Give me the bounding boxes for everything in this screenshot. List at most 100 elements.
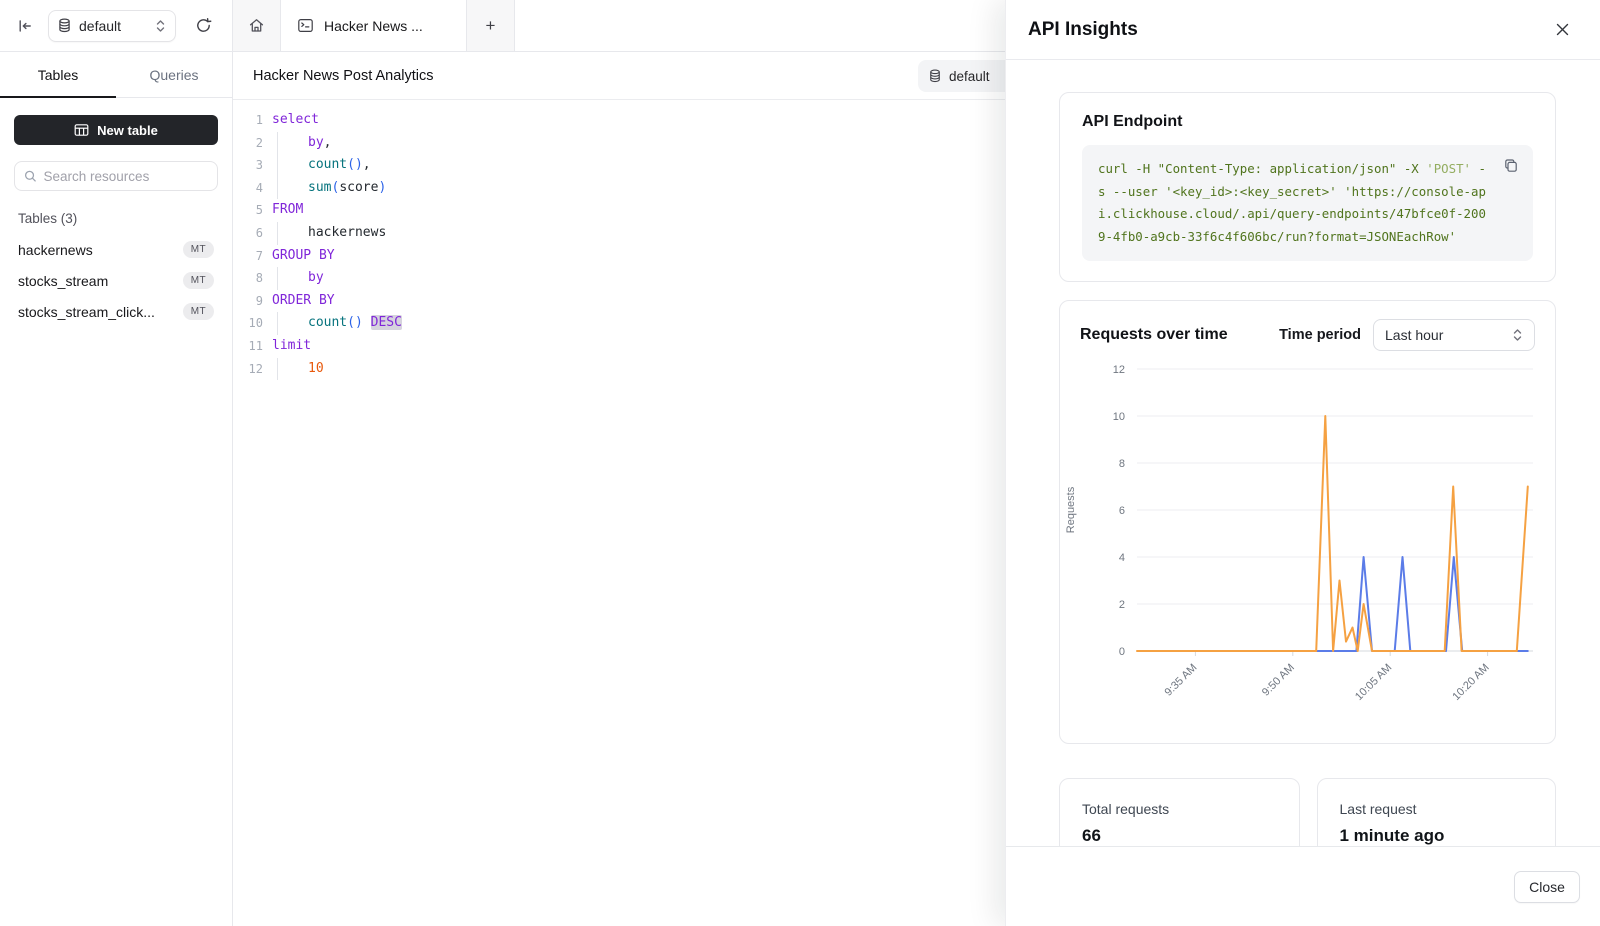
table-row[interactable]: hackernewsMT bbox=[14, 234, 218, 265]
time-period-select[interactable]: Last hour bbox=[1373, 319, 1535, 351]
svg-text:2: 2 bbox=[1119, 599, 1125, 611]
code-token: select bbox=[272, 112, 319, 127]
home-button[interactable] bbox=[233, 0, 281, 51]
requests-card-header: Requests over time Time period Last hour bbox=[1060, 319, 1555, 351]
chevron-up-down-icon bbox=[155, 19, 166, 33]
requests-chart: 0246810129:35 AM9:50 AM10:05 AM10:20 AMR… bbox=[1060, 361, 1558, 729]
sidebar-tabs: Tables Queries bbox=[0, 52, 232, 98]
close-panel-button[interactable] bbox=[1548, 16, 1576, 44]
tab-hacker-news-label: Hacker News ... bbox=[324, 18, 423, 34]
code-token: GROUP BY bbox=[272, 248, 335, 263]
indent-guide bbox=[277, 312, 308, 335]
svg-text:Requests: Requests bbox=[1065, 487, 1077, 534]
search-input[interactable] bbox=[44, 169, 208, 184]
clickhouse-console-app: default Tables Queries New table Tables … bbox=[0, 0, 1600, 926]
tab-queries-label: Queries bbox=[149, 67, 198, 83]
table-row[interactable]: stocks_stream_click...MT bbox=[14, 296, 218, 327]
requests-orange bbox=[1137, 416, 1528, 651]
new-tab-button[interactable]: + bbox=[467, 0, 515, 51]
code-token: ) bbox=[378, 180, 386, 195]
query-terminal-icon bbox=[297, 17, 314, 34]
search-box bbox=[14, 161, 218, 191]
svg-text:6: 6 bbox=[1119, 505, 1125, 517]
svg-text:4: 4 bbox=[1119, 552, 1125, 564]
code-token: hackernews bbox=[308, 225, 386, 240]
indent-guide bbox=[277, 177, 308, 200]
home-icon bbox=[248, 17, 265, 34]
stat-value: 66 bbox=[1082, 826, 1277, 846]
table-row[interactable]: stocks_stream MT bbox=[14, 265, 218, 296]
line-number: 10 bbox=[233, 312, 263, 335]
code-token: ORDER BY bbox=[272, 293, 335, 308]
code-token: , bbox=[324, 135, 332, 150]
refresh-button[interactable] bbox=[190, 13, 216, 39]
line-number: 11 bbox=[233, 335, 263, 358]
indent-guide bbox=[277, 154, 308, 177]
editor-database-label: default bbox=[949, 69, 990, 84]
copy-button[interactable] bbox=[1499, 154, 1523, 178]
svg-text:10:05 AM: 10:05 AM bbox=[1353, 662, 1394, 703]
indent-guide bbox=[277, 267, 308, 290]
close-icon bbox=[1555, 22, 1570, 37]
panel-header: API Insights bbox=[1006, 0, 1600, 60]
table-grid-icon bbox=[74, 123, 89, 137]
tables-list: hackernewsMTstocks_streamMTstocks_stream… bbox=[14, 234, 218, 327]
stats-row: Total requests 66 Last request 1 minute ago bbox=[1059, 778, 1556, 846]
table-name: stocks_stream bbox=[18, 273, 108, 289]
svg-text:8: 8 bbox=[1119, 458, 1125, 470]
tab-queries[interactable]: Queries bbox=[116, 52, 232, 97]
tab-tables-label: Tables bbox=[38, 67, 78, 83]
line-number: 1 bbox=[233, 109, 263, 132]
database-selector-label: default bbox=[79, 18, 147, 34]
indent-guide bbox=[277, 222, 308, 245]
collapse-sidebar-button[interactable] bbox=[12, 13, 38, 39]
line-number: 4 bbox=[233, 177, 263, 200]
table-name: stocks_stream_click... bbox=[18, 304, 155, 320]
stat-card: Last request 1 minute ago bbox=[1317, 778, 1557, 846]
stat-label: Total requests bbox=[1082, 801, 1277, 817]
new-table-button[interactable]: New table bbox=[14, 115, 218, 145]
svg-text:9:50 AM: 9:50 AM bbox=[1260, 662, 1297, 699]
line-number: 8 bbox=[233, 267, 263, 290]
code-token: FROM bbox=[272, 202, 303, 217]
close-button[interactable]: Close bbox=[1514, 871, 1580, 903]
code-token: () bbox=[347, 315, 363, 330]
tab-hacker-news[interactable]: Hacker News ... bbox=[281, 0, 467, 51]
code-token: count bbox=[308, 315, 347, 330]
line-number: 12 bbox=[233, 358, 263, 381]
line-number: 3 bbox=[233, 154, 263, 177]
code-token: DESC bbox=[371, 315, 402, 330]
code-token: , bbox=[363, 157, 371, 172]
sidebar-content: New table Tables (3) hackernewsMTstocks_… bbox=[0, 98, 232, 327]
panel-footer: Close bbox=[1006, 846, 1600, 926]
code-token: by bbox=[308, 135, 324, 150]
stat-value: 1 minute ago bbox=[1340, 826, 1534, 846]
database-selector[interactable]: default bbox=[48, 10, 176, 42]
code-token: sum bbox=[308, 180, 331, 195]
code-token: score bbox=[339, 180, 378, 195]
table-engine-badge: MT bbox=[183, 241, 214, 258]
tab-tables[interactable]: Tables bbox=[0, 52, 116, 97]
api-insights-panel: API Insights API Endpoint curl -H "Conte… bbox=[1005, 0, 1600, 926]
code-token bbox=[363, 315, 371, 330]
stat-label: Last request bbox=[1340, 801, 1534, 817]
api-endpoint-heading: API Endpoint bbox=[1082, 113, 1533, 131]
query-title: Hacker News Post Analytics bbox=[253, 68, 434, 84]
refresh-icon bbox=[195, 17, 212, 34]
time-period-value: Last hour bbox=[1385, 327, 1512, 343]
line-number: 7 bbox=[233, 245, 263, 268]
code-token: by bbox=[308, 270, 324, 285]
database-icon bbox=[929, 69, 941, 83]
sidebar-toolbar: default bbox=[0, 0, 232, 52]
code-token: () bbox=[347, 157, 363, 172]
time-period-label: Time period bbox=[1279, 327, 1361, 343]
api-endpoint-card: API Endpoint curl -H "Content-Type: appl… bbox=[1059, 92, 1556, 282]
line-number: 5 bbox=[233, 199, 263, 222]
requests-over-time-card: Requests over time Time period Last hour… bbox=[1059, 300, 1556, 744]
indent-guide bbox=[277, 132, 308, 155]
table-engine-badge: MT bbox=[183, 272, 214, 289]
new-table-label: New table bbox=[97, 123, 158, 138]
line-number: 2 bbox=[233, 132, 263, 155]
indent-guide bbox=[277, 358, 308, 381]
panel-body: API Endpoint curl -H "Content-Type: appl… bbox=[1006, 60, 1600, 846]
